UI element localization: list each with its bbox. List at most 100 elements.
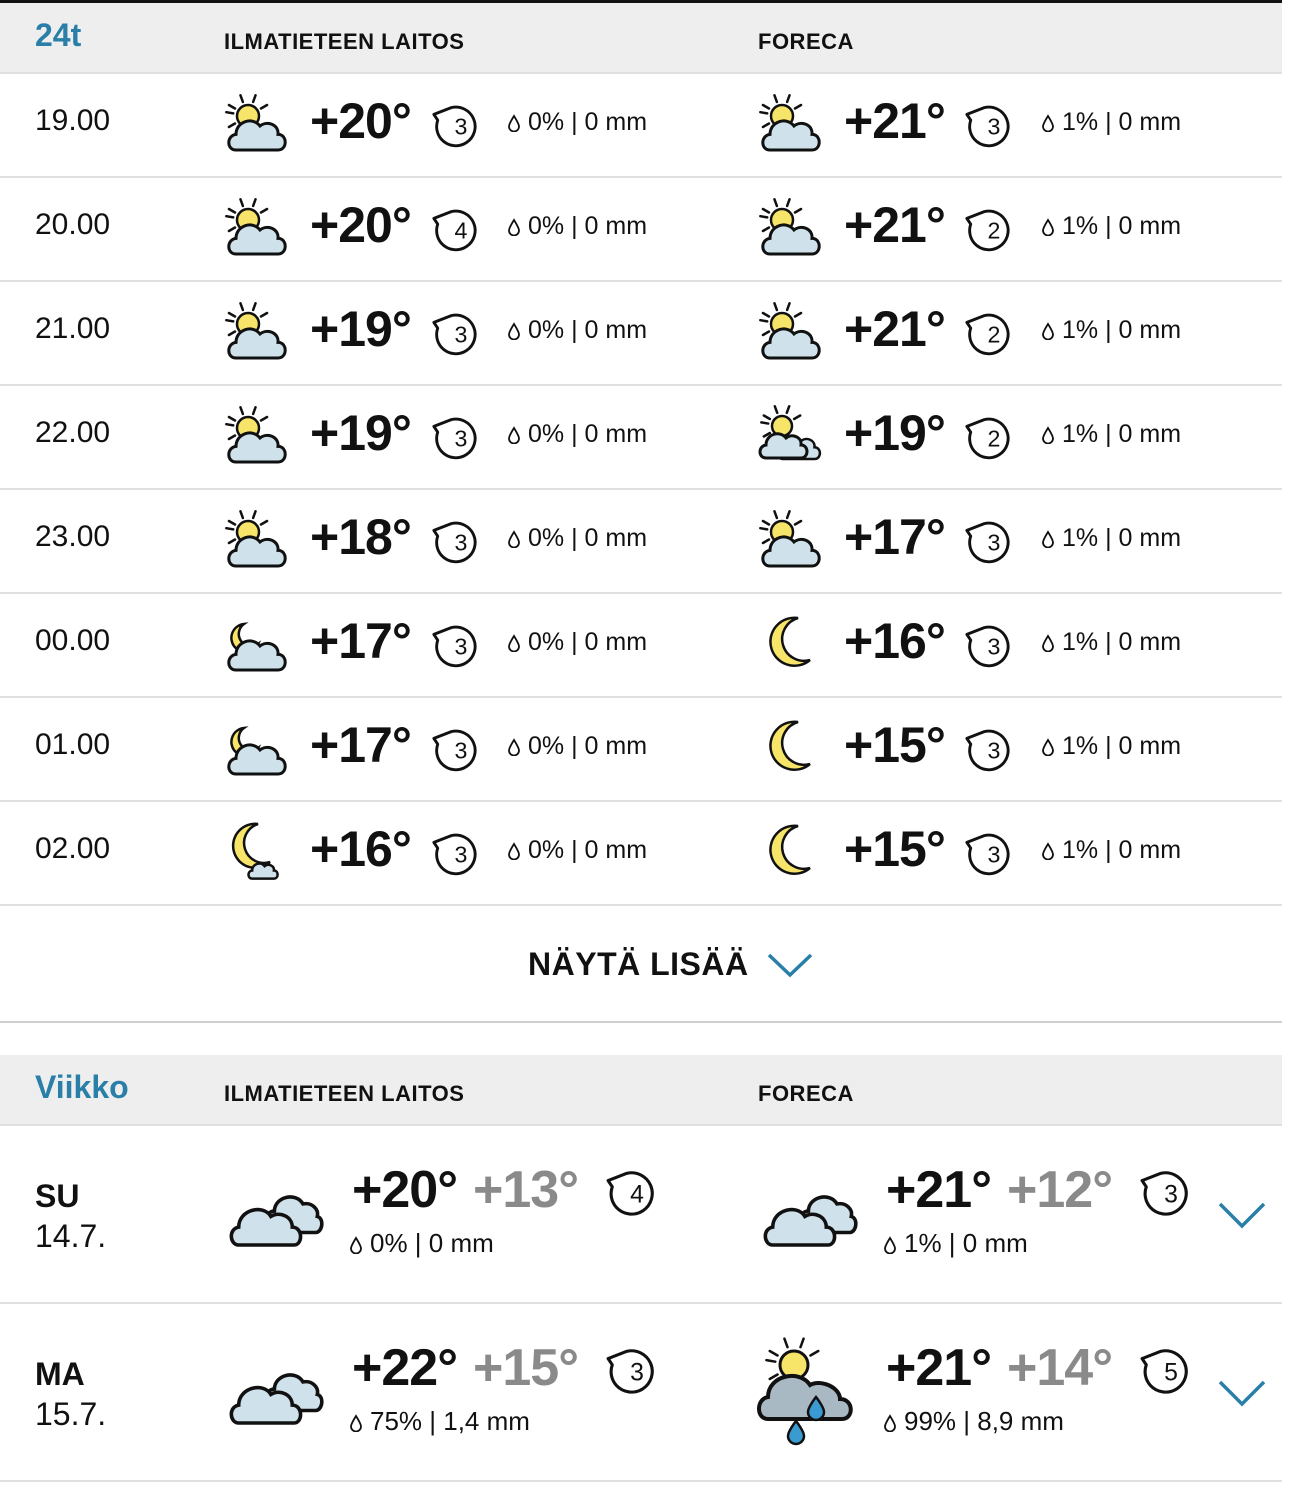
- wind-icon: 5: [1138, 1342, 1200, 1400]
- high-temp: +21°: [886, 1161, 992, 1219]
- wind-speed-value: 3: [454, 114, 467, 140]
- cloudy-icon: [754, 1170, 870, 1270]
- chevron-down-icon[interactable]: [1216, 1372, 1268, 1412]
- hour-row: 22.00 +19° 3 0% | 0 mm +19° 2 1% | 0 mm: [0, 386, 1282, 490]
- weekly-forecast: Viikko ILMATIETEEN LAITOS FORECA SU 14.7…: [0, 1055, 1282, 1482]
- drop-icon: [508, 738, 520, 757]
- hourly-title[interactable]: 24t: [35, 17, 81, 54]
- low-temp: +13°: [473, 1161, 579, 1219]
- hourly-forecast: 24t ILMATIETEEN LAITOS FORECA 19.00 +20°…: [0, 3, 1282, 1023]
- temperature-range: +21° +12°: [886, 1160, 1113, 1220]
- drop-icon: [508, 114, 520, 133]
- precipitation: 1% | 0 mm: [1042, 836, 1181, 865]
- hour-row: 19.00 +20° 3 0% | 0 mm +21° 3 1% | 0 mm: [0, 74, 1282, 178]
- drop-icon: [1042, 426, 1054, 445]
- drop-icon: [350, 1414, 362, 1433]
- sun-behind-cloud-icon: [218, 298, 294, 368]
- drop-icon: [1042, 738, 1054, 757]
- wind-icon: 3: [963, 514, 1021, 570]
- hour-time: 19.00: [35, 104, 111, 137]
- wind-icon: 3: [963, 618, 1021, 674]
- temperature: +17°: [844, 509, 946, 565]
- temperature: +18°: [310, 509, 412, 565]
- chevron-down-icon: [767, 953, 812, 977]
- precipitation: 0% | 0 mm: [508, 108, 647, 137]
- temperature: +19°: [310, 405, 412, 461]
- day-row[interactable]: MA 15.7. +22° +15° 3 75% | 1,4 mm +21° +14…: [0, 1304, 1282, 1482]
- wind-speed-value: 5: [1164, 1359, 1178, 1386]
- wind-icon: 4: [430, 202, 488, 258]
- moon-behind-cloud-icon: [218, 610, 294, 680]
- precipitation: 0% | 0 mm: [508, 420, 647, 449]
- hour-time: 01.00: [35, 728, 111, 761]
- drop-icon: [884, 1414, 896, 1433]
- moon-icon: [752, 818, 828, 888]
- drop-icon: [1042, 530, 1054, 549]
- temperature-range: +21° +14°: [886, 1338, 1113, 1398]
- drop-icon: [508, 426, 520, 445]
- high-temp: +20°: [352, 1161, 458, 1219]
- wind-icon: 2: [963, 202, 1021, 258]
- drop-icon: [350, 1236, 362, 1255]
- show-more-label: NÄYTÄ LISÄÄ: [528, 946, 749, 982]
- moon-small-cloud-icon: [218, 818, 294, 888]
- wind-speed-value: 3: [630, 1359, 644, 1386]
- precipitation: 1% | 0 mm: [1042, 628, 1181, 657]
- wind-icon: 3: [430, 618, 488, 674]
- drop-icon: [1042, 634, 1054, 653]
- hour-time: 00.00: [35, 624, 111, 657]
- drop-icon: [1042, 842, 1054, 861]
- precipitation: 1% | 0 mm: [1042, 732, 1181, 761]
- sun-rain-cloud-icon: [754, 1332, 870, 1450]
- wind-speed-value: 3: [987, 842, 1000, 868]
- precipitation: 1% | 0 mm: [884, 1228, 1028, 1259]
- sun-behind-cloud-icon: [218, 402, 294, 472]
- sun-behind-cloud-icon: [752, 298, 828, 368]
- wind-icon: 2: [963, 306, 1021, 362]
- drop-icon: [884, 1236, 896, 1255]
- low-temp: +15°: [473, 1339, 579, 1397]
- sun-behind-cloud-icon: [218, 194, 294, 264]
- temperature: +16°: [844, 613, 946, 669]
- wind-speed-value: 3: [454, 530, 467, 556]
- drop-icon: [1042, 322, 1054, 341]
- temperature: +21°: [844, 93, 946, 149]
- wind-speed-value: 3: [454, 322, 467, 348]
- hour-row: 02.00 +16° 3 0% | 0 mm +15° 3 1% | 0 mm: [0, 802, 1282, 906]
- temperature: +16°: [310, 821, 412, 877]
- temperature: +17°: [310, 717, 412, 773]
- precipitation: 0% | 0 mm: [350, 1228, 494, 1259]
- hourly-header: 24t ILMATIETEEN LAITOS FORECA: [0, 3, 1282, 74]
- sun-behind-cloud-icon: [752, 506, 828, 576]
- precipitation: 0% | 0 mm: [508, 316, 647, 345]
- source-foreca: FORECA: [758, 29, 854, 54]
- wind-icon: 4: [604, 1164, 666, 1222]
- precipitation: 0% | 0 mm: [508, 212, 647, 241]
- weekly-title[interactable]: Viikko: [35, 1069, 129, 1106]
- day-name: MA: [35, 1356, 85, 1392]
- wind-speed-value: 3: [454, 426, 467, 452]
- wind-speed-value: 3: [454, 634, 467, 660]
- temperature: +15°: [844, 717, 946, 773]
- show-more-button[interactable]: NÄYTÄ LISÄÄ: [528, 946, 813, 983]
- temperature: +19°: [310, 301, 412, 357]
- day-row[interactable]: SU 14.7. +20° +13° 4 0% | 0 mm +21° +12° 3…: [0, 1126, 1282, 1304]
- precipitation: 0% | 0 mm: [508, 524, 647, 553]
- wind-speed-value: 3: [987, 114, 1000, 140]
- hour-row: 01.00 +17° 3 0% | 0 mm +15° 3 1% | 0 mm: [0, 698, 1282, 802]
- wind-speed-value: 2: [987, 426, 1000, 452]
- source-ilmatieteen-laitos: ILMATIETEEN LAITOS: [224, 29, 465, 54]
- hour-row: 23.00 +18° 3 0% | 0 mm +17° 3 1% | 0 mm: [0, 490, 1282, 594]
- moon-icon: [752, 714, 828, 784]
- wind-icon: 3: [430, 722, 488, 778]
- temperature-range: +20° +13°: [352, 1160, 579, 1220]
- wind-icon: 3: [430, 306, 488, 362]
- chevron-down-icon[interactable]: [1216, 1194, 1268, 1234]
- sun-behind-cloud-icon: [218, 506, 294, 576]
- drop-icon: [508, 842, 520, 861]
- moon-behind-cloud-icon: [218, 714, 294, 784]
- drop-icon: [1042, 114, 1054, 133]
- sun-behind-cloud-icon: [752, 194, 828, 264]
- day-name: SU: [35, 1178, 80, 1214]
- precipitation: 0% | 0 mm: [508, 836, 647, 865]
